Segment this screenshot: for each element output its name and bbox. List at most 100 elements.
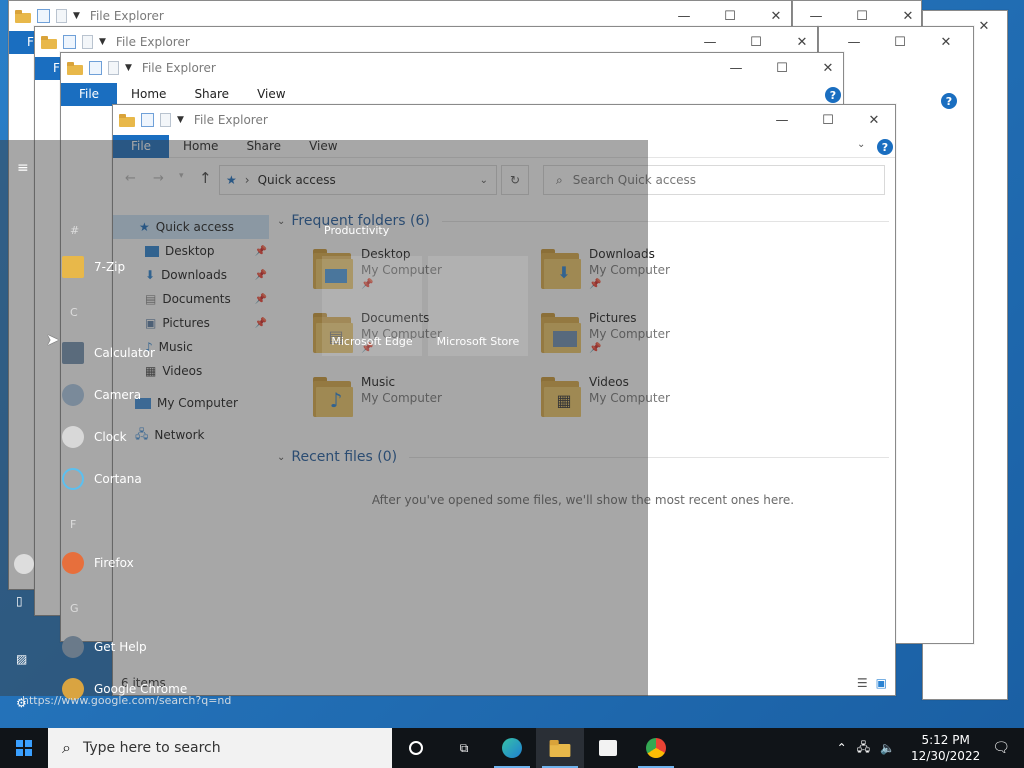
start-button[interactable] — [0, 728, 48, 768]
app-get-help[interactable]: Get Help — [62, 636, 147, 658]
app-label: 7-Zip — [94, 260, 126, 274]
tile-microsoft-store[interactable]: Microsoft Store — [428, 256, 528, 356]
tab-share[interactable]: Share — [180, 87, 243, 101]
start-menu-sidebar: ≡ ▯ ▨ ⚙ — [0, 140, 48, 710]
large-icons-view-icon[interactable]: ▣ — [876, 676, 887, 690]
maximize-icon[interactable]: ☐ — [877, 27, 923, 57]
firefox-icon — [62, 552, 84, 574]
dropdown-caret-icon[interactable]: ▼ — [177, 115, 184, 125]
cortana-icon — [62, 468, 84, 490]
minimize-icon[interactable]: — — [713, 53, 759, 83]
checkbox-icon[interactable] — [63, 35, 76, 49]
app-label: Firefox — [94, 556, 134, 570]
dropdown-caret-icon[interactable]: ▼ — [73, 11, 80, 21]
details-view-icon[interactable]: ☰ — [857, 676, 868, 690]
tile-label: Microsoft Store — [436, 335, 520, 348]
file-tab[interactable]: File — [61, 82, 117, 106]
tile-microsoft-edge[interactable]: Microsoft Edge — [322, 256, 422, 356]
close-icon[interactable]: ✕ — [805, 53, 851, 83]
network-icon[interactable]: 🖧 — [857, 738, 870, 759]
taskbar-search-placeholder: Type here to search — [82, 740, 221, 756]
search-icon: ⌕ — [62, 738, 71, 757]
url-status-hint: https://www.google.com/search?q=nd — [22, 694, 232, 707]
window-title: File Explorer — [141, 61, 216, 75]
taskbar-search-box[interactable]: ⌕ Type here to search — [48, 728, 392, 768]
app-label: Get Help — [94, 640, 147, 654]
app-calculator[interactable]: Calculator — [62, 342, 155, 364]
checkbox-icon[interactable] — [37, 9, 50, 23]
chrome-icon — [646, 738, 666, 758]
folder-icon — [62, 256, 84, 278]
page-icon[interactable] — [82, 35, 93, 49]
maximize-icon[interactable]: ☐ — [759, 53, 805, 83]
clock-date: 12/30/2022 — [911, 749, 981, 763]
folder-icon — [15, 9, 31, 23]
tile-group-label[interactable]: Productivity — [324, 224, 389, 237]
page-icon[interactable] — [108, 61, 119, 75]
app-list-letter[interactable]: C — [70, 306, 78, 319]
taskbar: ⌕ Type here to search ⧉ ⌃ 🖧 🔈 5:12 PM 12… — [0, 728, 1024, 768]
documents-icon[interactable]: ▯ — [16, 594, 23, 608]
app-7zip[interactable]: 7-Zip — [62, 256, 125, 278]
window-title: File Explorer — [89, 9, 164, 23]
clock-icon — [62, 426, 84, 448]
system-tray: ⌃ 🖧 🔈 5:12 PM 12/30/2022 🗨 — [837, 728, 1024, 768]
folder-icon — [41, 35, 57, 49]
taskbar-file-explorer[interactable] — [536, 728, 584, 768]
tab-home[interactable]: Home — [117, 87, 180, 101]
volume-icon[interactable]: 🔈 — [880, 741, 895, 755]
app-camera[interactable]: Camera — [62, 384, 141, 406]
task-view-icon: ⧉ — [459, 740, 469, 755]
dropdown-caret-icon[interactable]: ▼ — [125, 63, 132, 73]
window-controls: — ☐ ✕ — [831, 27, 969, 57]
app-firefox[interactable]: Firefox — [62, 552, 134, 574]
window-title: File Explorer — [193, 113, 268, 127]
clock[interactable]: 5:12 PM 12/30/2022 — [911, 732, 980, 764]
tab-view[interactable]: View — [243, 87, 299, 101]
tile-label: Microsoft Edge — [331, 335, 413, 348]
help-icon[interactable]: ? — [941, 93, 957, 109]
chevron-up-icon[interactable]: ⌃ — [837, 741, 847, 755]
camera-icon — [62, 384, 84, 406]
windows-logo-icon — [16, 740, 32, 756]
user-avatar-icon[interactable] — [14, 554, 34, 574]
folder-icon — [67, 61, 83, 75]
minimize-icon[interactable]: — — [759, 105, 805, 135]
task-view-button[interactable]: ⧉ — [440, 728, 488, 768]
taskbar-chrome[interactable] — [632, 728, 680, 768]
taskbar-store[interactable] — [584, 728, 632, 768]
app-label: Clock — [94, 430, 127, 444]
app-list-letter[interactable]: F — [70, 518, 76, 531]
pictures-icon[interactable]: ▨ — [16, 652, 27, 666]
help-icon[interactable]: ? — [825, 87, 841, 103]
page-icon[interactable] — [160, 113, 171, 127]
app-label: Cortana — [94, 472, 142, 486]
maximize-icon[interactable]: ☐ — [805, 105, 851, 135]
help-icon — [62, 636, 84, 658]
cursor-icon: ➤ — [46, 330, 60, 349]
ribbon-expand-icon[interactable]: ⌄ — [857, 139, 865, 150]
checkbox-icon[interactable] — [89, 61, 102, 75]
window-title: File Explorer — [115, 35, 190, 49]
start-menu[interactable]: ≡ ▯ ▨ ⚙ # 7-Zip C Calculator Camera Cloc… — [0, 140, 648, 710]
clock-time: 5:12 PM — [921, 733, 970, 747]
task-view-cortana-button[interactable] — [392, 728, 440, 768]
close-icon[interactable]: ✕ — [851, 105, 897, 135]
page-icon[interactable] — [56, 9, 67, 23]
taskbar-edge[interactable] — [488, 728, 536, 768]
notifications-icon[interactable]: 🗨 — [992, 740, 1010, 756]
app-clock[interactable]: Clock — [62, 426, 127, 448]
folder-icon — [549, 739, 571, 757]
app-list-letter[interactable]: # — [70, 224, 79, 237]
edge-icon — [502, 738, 522, 758]
help-icon[interactable]: ? — [877, 139, 893, 155]
dropdown-caret-icon[interactable]: ▼ — [99, 37, 106, 47]
app-cortana[interactable]: Cortana — [62, 468, 142, 490]
hamburger-icon[interactable]: ≡ — [17, 160, 29, 176]
store-icon — [599, 740, 617, 756]
checkbox-icon[interactable] — [141, 113, 154, 127]
app-label: Calculator — [94, 346, 155, 360]
app-list-letter[interactable]: G — [70, 602, 79, 615]
close-icon[interactable]: ✕ — [923, 27, 969, 57]
cortana-icon — [409, 741, 423, 755]
